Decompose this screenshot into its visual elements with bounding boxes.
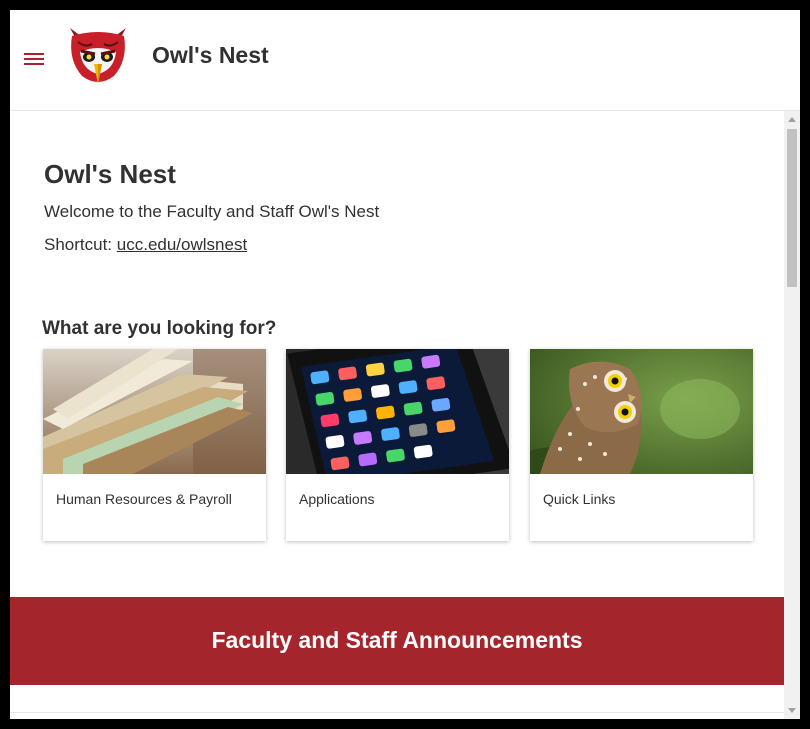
card-human-resources[interactable]: Human Resources & Payroll [43, 349, 266, 541]
card-label: Human Resources & Payroll [56, 491, 232, 507]
site-title[interactable]: Owl's Nest [152, 42, 269, 69]
divider [10, 712, 784, 713]
vertical-scrollbar[interactable] [784, 111, 800, 719]
scroll-up-arrow-icon[interactable] [788, 117, 796, 122]
scroll-thumb[interactable] [787, 129, 797, 287]
welcome-text: Welcome to the Faculty and Staff Owl's N… [44, 202, 380, 221]
announcements-title: Faculty and Staff Announcements [211, 627, 583, 653]
browser-window: Owl's Nest Owl's Nest Welcome to the Fac… [10, 10, 800, 719]
shortcut-link[interactable]: ucc.edu/owlsnest [117, 235, 247, 254]
card-label: Applications [299, 491, 375, 507]
owl-logo[interactable] [64, 24, 132, 90]
shortcut-label: Shortcut: [44, 235, 117, 254]
hamburger-menu-icon[interactable] [24, 52, 44, 66]
announcements-banner: Faculty and Staff Announcements [10, 597, 784, 685]
section-heading: What are you looking for? [42, 318, 277, 339]
shortcut-line: Shortcut: ucc.edu/owlsnest [44, 235, 247, 255]
smartphone-apps-image [286, 349, 509, 474]
page-title: Owl's Nest [44, 159, 176, 189]
owl-photo-image [530, 349, 753, 474]
card-applications[interactable]: Applications [286, 349, 509, 541]
site-header: Owl's Nest [10, 10, 800, 111]
card-label: Quick Links [543, 491, 616, 507]
main-content: Owl's Nest Welcome to the Faculty and St… [10, 111, 784, 719]
file-folders-image [43, 349, 266, 474]
scroll-down-arrow-icon[interactable] [788, 708, 796, 713]
card-quick-links[interactable]: Quick Links [530, 349, 753, 541]
